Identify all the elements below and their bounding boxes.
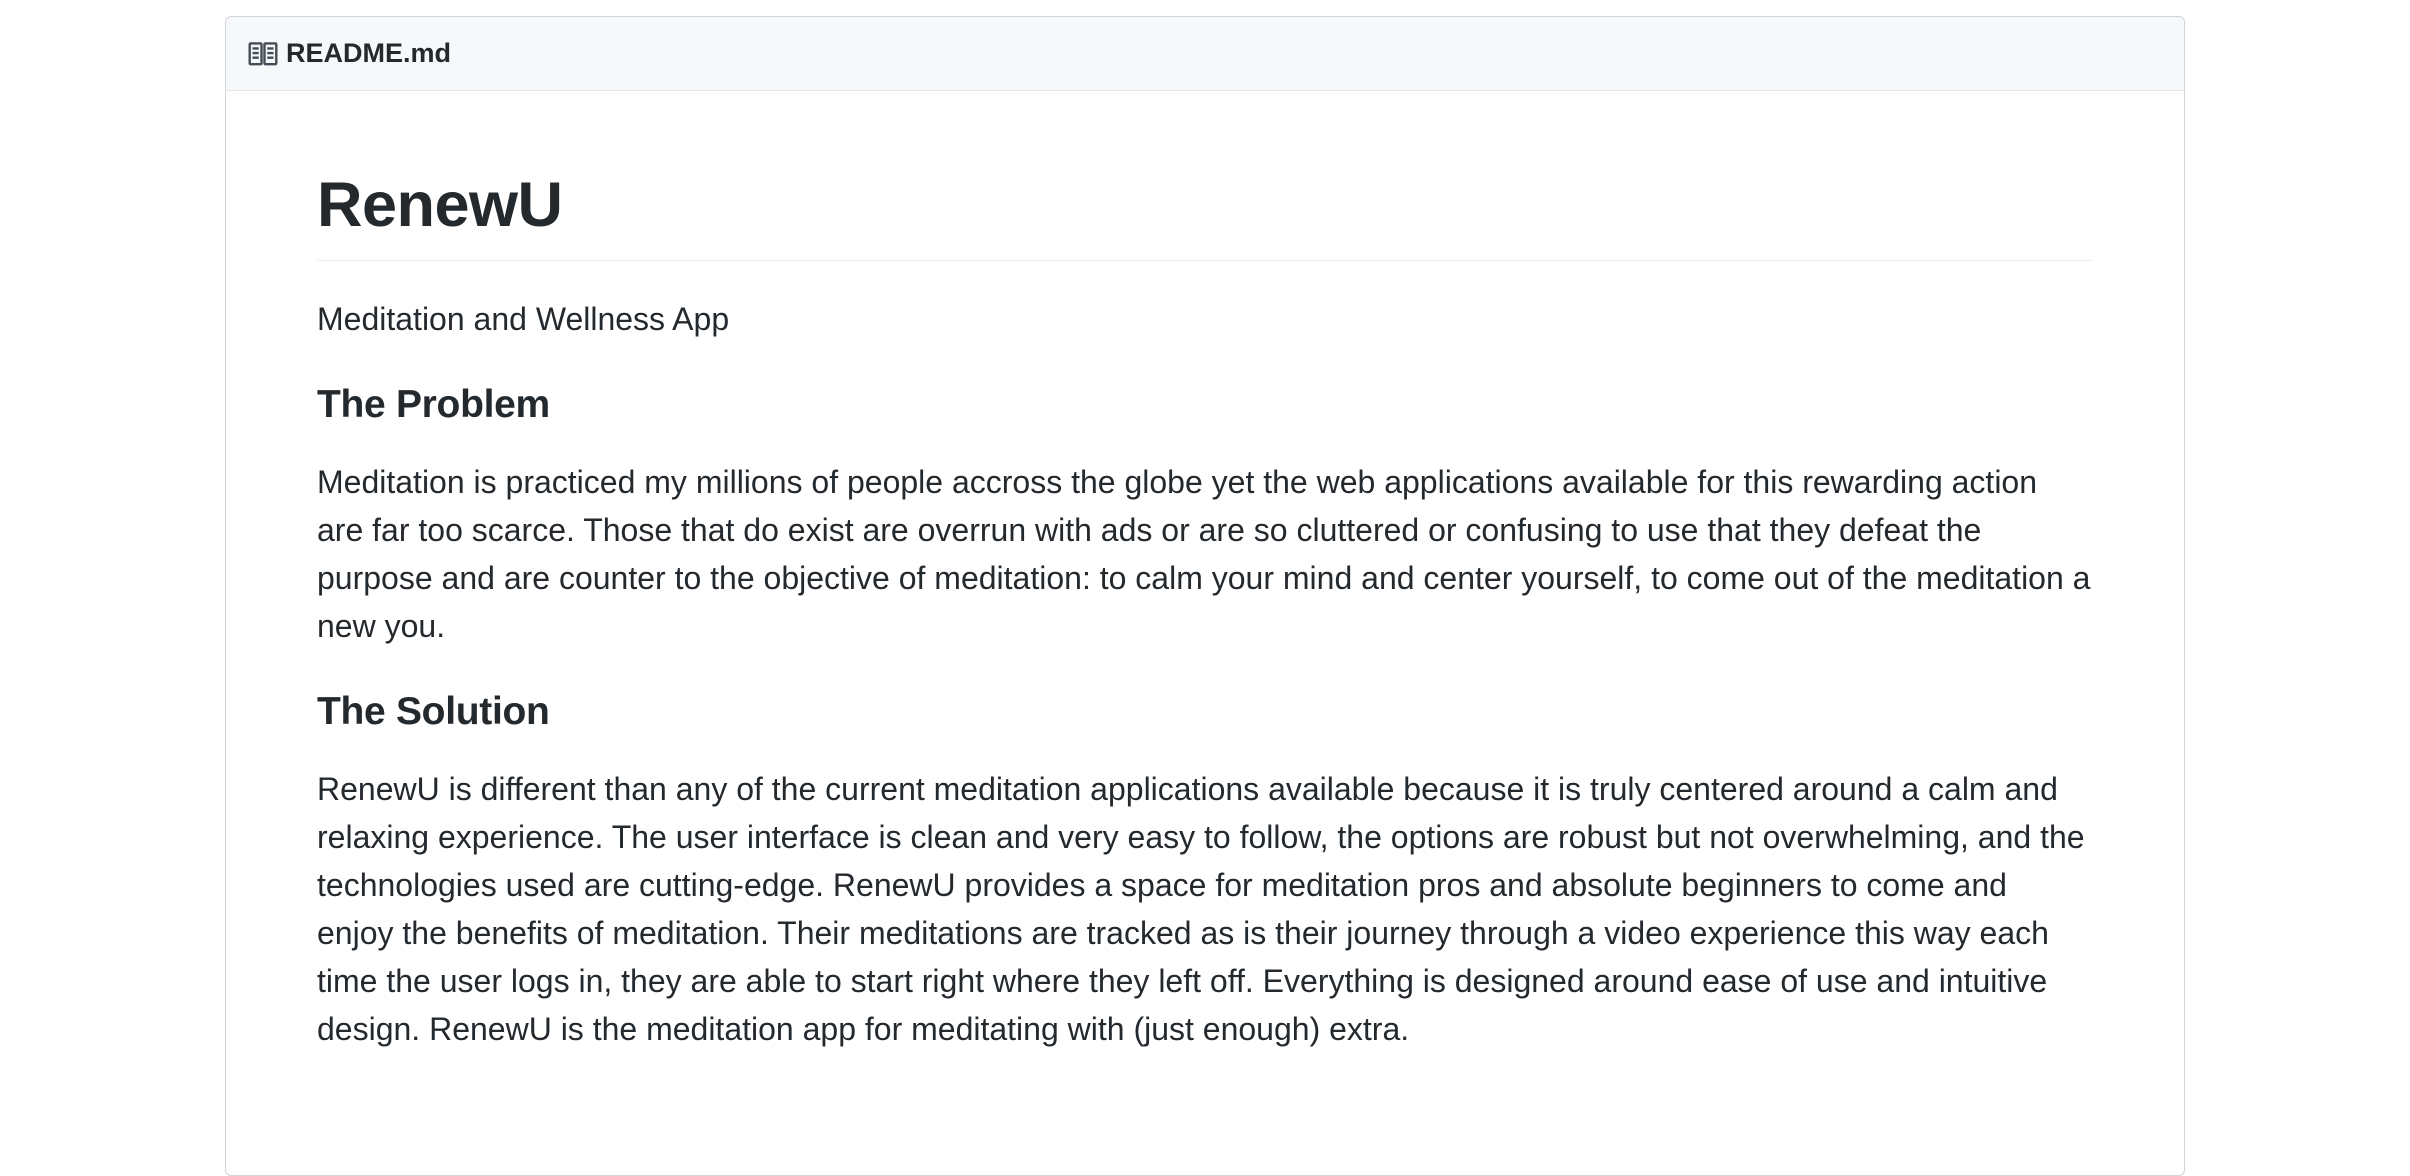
page-title: RenewU: [317, 170, 2092, 262]
readme-body: RenewU Meditation and Wellness App The P…: [226, 91, 2184, 1053]
heading-the-problem: The Problem: [317, 383, 550, 427]
readme-container: README.md RenewU Meditation and Wellness…: [225, 16, 2185, 1176]
readme-filename: README.md: [286, 38, 452, 68]
paragraph-the-problem: Meditation is practiced my millions of p…: [317, 464, 2091, 645]
paragraph-the-solution: RenewU is different than any of the curr…: [317, 770, 2085, 1047]
page-subtitle: Meditation and Wellness App: [317, 301, 730, 338]
heading-the-solution: The Solution: [317, 690, 550, 734]
book-icon: [248, 41, 278, 66]
readme-header: README.md: [226, 17, 2184, 91]
